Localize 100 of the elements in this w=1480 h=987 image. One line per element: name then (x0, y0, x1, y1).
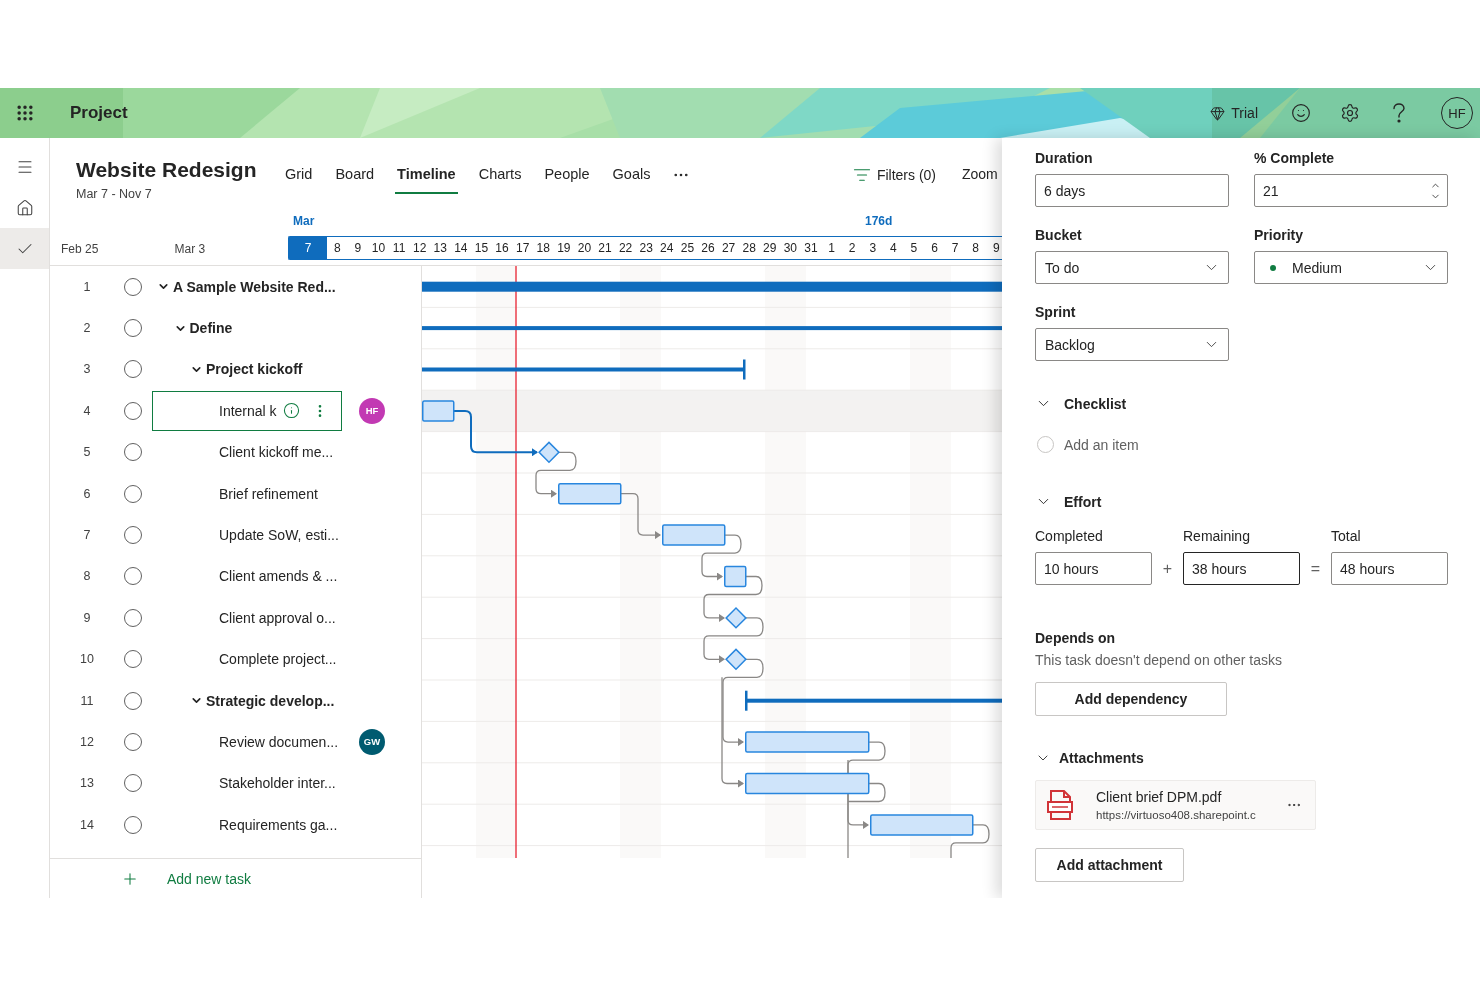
row-number: 2 (82, 321, 92, 336)
help-icon[interactable] (1391, 103, 1406, 123)
avatar: GW (359, 729, 385, 755)
priority-dropdown[interactable]: Medium (1254, 251, 1448, 284)
complete-checkbox[interactable] (124, 526, 142, 545)
complete-checkbox[interactable] (124, 774, 142, 793)
task-name[interactable]: Complete project... (219, 651, 337, 668)
complete-checkbox[interactable] (124, 360, 142, 379)
row-number: 13 (79, 776, 95, 791)
task-name[interactable]: Brief refinement (219, 485, 318, 502)
duration-label: 176d (865, 214, 894, 230)
task-name[interactable]: Stakeholder inter... (219, 775, 336, 792)
complete-checkbox[interactable] (124, 277, 142, 296)
task-name[interactable]: Strategic develop... (206, 692, 335, 709)
field-label: % Complete (1254, 150, 1336, 166)
sprint-dropdown[interactable]: Backlog (1035, 328, 1229, 361)
day-label: 24 (659, 240, 675, 257)
day-label: 1 (827, 240, 836, 257)
percent-complete-field[interactable]: 21 (1254, 174, 1448, 207)
task-name[interactable]: Review documen... (219, 734, 339, 750)
view-tab[interactable]: Grid (283, 166, 315, 194)
selected-task-cell[interactable]: Internal k (152, 390, 342, 431)
dependency-arrow (619, 493, 661, 540)
zoom-button[interactable]: Zoom (962, 166, 1002, 182)
checkmark-nav-button[interactable] (0, 228, 49, 269)
task-name[interactable]: Internal k (219, 402, 277, 419)
attachments-header[interactable]: Attachments (1035, 750, 1144, 766)
task-name[interactable]: Project kickoff (206, 361, 303, 378)
complete-checkbox[interactable] (124, 401, 142, 420)
info-icon[interactable] (282, 402, 300, 420)
summary-bar[interactable] (422, 326, 1002, 331)
view-tab[interactable]: People (542, 166, 592, 194)
task-name[interactable]: Client amends & ... (219, 568, 338, 585)
task-name[interactable]: Update SoW, esti... (219, 527, 339, 544)
day-label: 7 (289, 237, 327, 259)
row-number: 12 (79, 735, 95, 749)
checklist-checkbox[interactable] (1037, 436, 1054, 453)
day-label: 26 (700, 240, 716, 257)
day-label: 9 (353, 240, 363, 257)
attachment-card[interactable]: Client brief DPM.pdf https://virtuoso408.sharepoint.c (1035, 780, 1316, 830)
view-tab[interactable]: Charts (476, 166, 524, 194)
day-label: 7 (950, 240, 960, 257)
field-label: Priority (1254, 227, 1304, 243)
effort-header[interactable]: Effort (1035, 493, 1102, 510)
field-label: Sprint (1035, 304, 1077, 320)
day-label: 17 (514, 240, 531, 257)
day-label: 10 (370, 240, 387, 257)
summary-bar[interactable] (745, 690, 1002, 711)
day-label: 8 (332, 240, 342, 257)
task-bar[interactable] (745, 772, 870, 795)
complete-checkbox[interactable] (124, 443, 142, 462)
complete-checkbox[interactable] (124, 733, 142, 751)
day-label: 28 (741, 240, 757, 257)
add-attachment-button[interactable]: Add attachment (1035, 848, 1184, 882)
day-label: 18 (535, 240, 551, 257)
day-label: 4 (889, 240, 898, 257)
file-url: https://virtuoso408.sharepoint.c (1096, 809, 1257, 821)
month-label: Mar (293, 214, 316, 230)
complete-checkbox[interactable] (124, 815, 142, 834)
row-number: 10 (79, 652, 95, 667)
row-number: 5 (82, 445, 92, 460)
view-tab[interactable]: Timeline (395, 166, 458, 194)
avatar: HF (359, 397, 385, 424)
trial-button[interactable]: Trial (1206, 105, 1262, 121)
task-bar[interactable] (422, 400, 455, 422)
complete-checkbox[interactable] (124, 608, 142, 627)
day-label: 5 (909, 240, 919, 257)
bucket-dropdown[interactable]: To do (1035, 251, 1229, 284)
task-bar[interactable] (558, 482, 622, 505)
task-name[interactable]: A Sample Website Red... (173, 278, 336, 295)
filters-button[interactable]: Filters (0) (852, 166, 936, 184)
task-name[interactable]: Client approval o... (219, 609, 336, 626)
complete-checkbox[interactable] (124, 319, 142, 338)
complete-checkbox[interactable] (124, 691, 142, 710)
complete-checkbox[interactable] (124, 484, 142, 503)
summary-bar[interactable] (422, 281, 1002, 292)
day-label: 23 (638, 240, 654, 257)
effort-field[interactable]: 10 hours (1035, 552, 1152, 585)
day-label: 30 (782, 240, 799, 257)
complete-checkbox[interactable] (124, 567, 142, 586)
task-name[interactable]: Requirements ga... (219, 816, 338, 833)
project-dates: Mar 7 - Nov 7 (76, 187, 153, 201)
duration-field[interactable]: 6 days (1035, 174, 1229, 207)
task-name[interactable]: Define (189, 320, 233, 337)
complete-checkbox[interactable] (124, 650, 142, 669)
view-tab[interactable]: Goals (610, 166, 653, 194)
day-label: 27 (720, 240, 737, 257)
file-name: Client brief DPM.pdf (1096, 789, 1223, 805)
operator-sign: + (1161, 559, 1174, 578)
task-name[interactable]: Client kickoff me... (219, 444, 334, 461)
add-dependency-button[interactable]: Add dependency (1035, 682, 1227, 716)
task-bar[interactable] (662, 524, 726, 546)
task-bar[interactable] (724, 565, 747, 588)
row-number: 7 (82, 528, 92, 543)
effort-field[interactable]: 48 hours (1331, 552, 1448, 585)
day-label: 2 (847, 240, 857, 257)
checklist-header[interactable]: Checklist (1035, 395, 1127, 412)
view-tab[interactable]: Board (333, 166, 377, 194)
summary-bar[interactable] (422, 359, 746, 380)
effort-field[interactable]: 38 hours (1183, 552, 1300, 585)
